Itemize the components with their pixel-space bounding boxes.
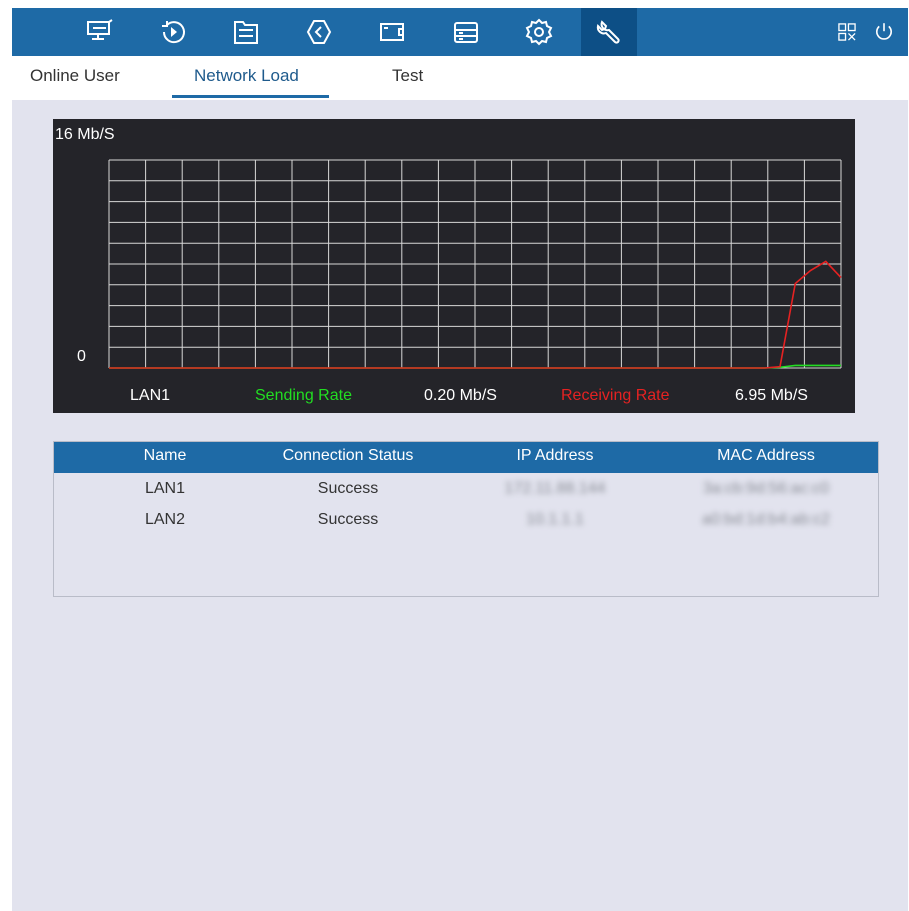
- column-header-mac-address: MAC Address: [717, 447, 815, 464]
- column-header-name: Name: [143, 447, 187, 464]
- tab-test[interactable]: Test: [392, 66, 423, 86]
- legend-receiving-value: 6.95 Mb/S: [735, 387, 808, 404]
- y-axis-min-label: 0: [77, 348, 86, 365]
- live-view-icon[interactable]: [72, 8, 128, 56]
- cell-ip-address: 172.11.88.144: [504, 480, 606, 497]
- file-icon[interactable]: [218, 8, 274, 56]
- tab-online-user[interactable]: Online User: [30, 66, 120, 86]
- power-icon[interactable]: [866, 8, 902, 56]
- legend-interface: LAN1: [130, 387, 171, 404]
- cell-mac-address: a0:bd:1d:b4:ab:c2: [701, 511, 831, 528]
- storage-icon[interactable]: [438, 8, 494, 56]
- maintenance-icon[interactable]: [581, 8, 637, 56]
- legend-sending-label: Sending Rate: [255, 387, 352, 404]
- page-frame: Online User Network Load Test 16 Mb/S 0 …: [12, 8, 908, 911]
- cell-name: LAN1: [144, 480, 186, 497]
- camera-icon[interactable]: [364, 8, 420, 56]
- legend-sending-value: 0.20 Mb/S: [424, 387, 497, 404]
- column-header-connection-status: Connection Status: [282, 447, 414, 464]
- cell-connection-status: Success: [317, 480, 379, 497]
- tab-network-load[interactable]: Network Load: [194, 66, 299, 86]
- cell-name: LAN2: [144, 511, 186, 528]
- network-interface-table: Name Connection Status IP Address MAC Ad…: [53, 441, 879, 597]
- settings-icon[interactable]: [511, 8, 567, 56]
- chart-canvas: 16 Mb/S 0: [55, 126, 842, 369]
- tab-bar: Online User Network Load Test: [12, 56, 908, 100]
- playback-icon[interactable]: [145, 8, 201, 56]
- active-tab-indicator: [172, 95, 329, 98]
- top-navigation-bar: [12, 8, 908, 56]
- smart-icon[interactable]: [291, 8, 347, 56]
- network-load-chart: 16 Mb/S 0 LAN1 Sending Rate 0.20 Mb/S Re…: [53, 119, 855, 413]
- qr-code-icon[interactable]: [832, 8, 862, 56]
- table-header: Name Connection Status IP Address MAC Ad…: [54, 442, 878, 473]
- cell-ip-address: 10.1.1.1: [526, 511, 584, 528]
- chart-grid: [108, 159, 842, 369]
- column-header-ip-address: IP Address: [516, 447, 594, 464]
- cell-connection-status: Success: [317, 511, 379, 528]
- cell-mac-address: 3a:cb:9d:56:ac:c0: [702, 480, 830, 497]
- legend-receiving-label: Receiving Rate: [561, 387, 670, 404]
- y-axis-max-label: 16 Mb/S: [55, 126, 115, 143]
